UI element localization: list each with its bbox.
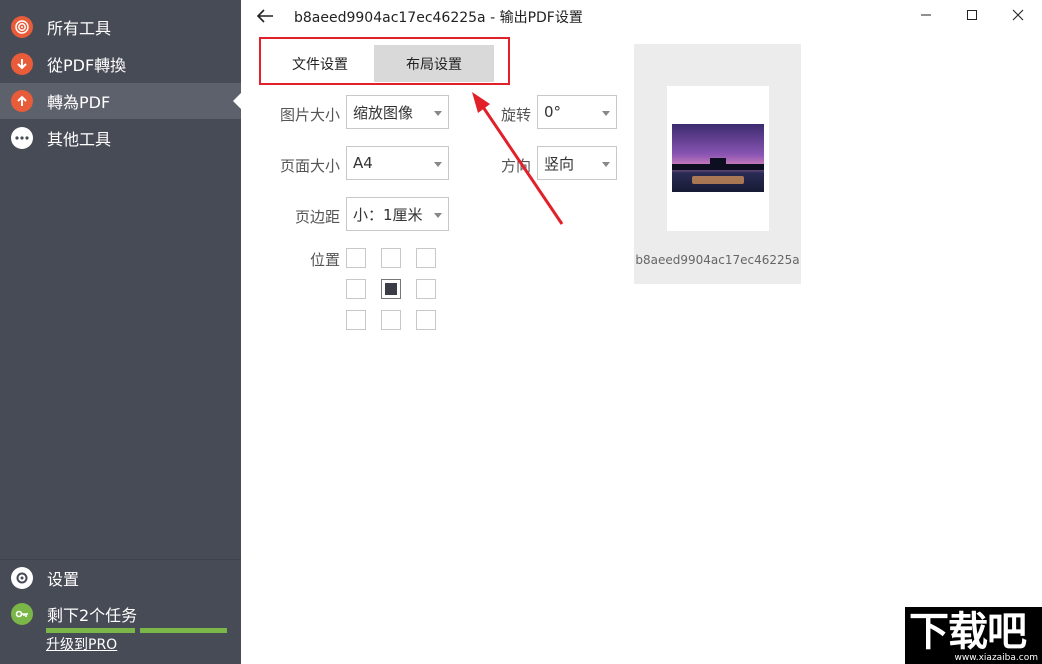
settings-tabs: 文件设置 布局设置: [262, 45, 494, 82]
building: [710, 158, 726, 166]
tasks-label: 剩下2个任务: [47, 606, 138, 625]
close-icon: [1012, 9, 1024, 21]
page-size-select[interactable]: A4: [346, 146, 449, 180]
position-cell[interactable]: [416, 310, 436, 330]
position-cell[interactable]: [346, 310, 366, 330]
margin-value: 小：1厘米: [353, 205, 423, 224]
image-size-select[interactable]: 缩放图像: [346, 95, 449, 129]
position-cell[interactable]: [416, 279, 436, 299]
maximize-button[interactable]: [957, 4, 987, 26]
orientation-label: 方向: [500, 157, 531, 175]
position-cell[interactable]: [381, 310, 401, 330]
sidebar-item-to-pdf[interactable]: 轉為PDF: [0, 83, 241, 119]
task-progress-bar-1: [46, 628, 135, 633]
position-label: 位置: [309, 251, 340, 269]
sidebar-item-label: 從PDF轉換: [47, 56, 127, 75]
key-icon: [11, 603, 33, 625]
preview-image: [672, 124, 764, 192]
page-size-value: A4: [353, 154, 373, 172]
spiral-icon: [11, 16, 33, 38]
minimize-button[interactable]: [911, 4, 941, 26]
back-arrow-icon[interactable]: [253, 4, 277, 28]
position-cell[interactable]: [346, 248, 366, 268]
upgrade-link[interactable]: 升级到PRO: [46, 634, 117, 654]
sidebar-item-label: 轉為PDF: [47, 93, 111, 112]
position-cell[interactable]: [346, 279, 366, 299]
chevron-down-icon: [434, 162, 442, 167]
watermark-url: www.xiazaiba.com: [954, 653, 1038, 663]
tab-file-settings[interactable]: 文件设置: [262, 45, 378, 82]
orientation-select[interactable]: 竖向: [537, 146, 617, 180]
water-reflection: [692, 176, 744, 184]
chevron-down-icon: [602, 111, 610, 116]
active-indicator: [233, 93, 241, 109]
sidebar-item-settings[interactable]: 设置: [0, 560, 241, 596]
position-cell[interactable]: [416, 248, 436, 268]
maximize-icon: [967, 10, 977, 20]
orientation-value: 竖向: [544, 154, 575, 173]
sidebar: 所有工具 從PDF轉換 轉為PDF 其他工具 设置 剩下2个任务 升级到PRO: [0, 0, 241, 664]
sidebar-item-all-tools[interactable]: 所有工具: [0, 9, 241, 45]
preview-filename: b8aeed9904ac17ec46225a: [635, 253, 800, 267]
image-size-label: 图片大小: [279, 106, 340, 124]
chevron-down-icon: [434, 111, 442, 116]
title-bar: b8aeed9904ac17ec46225a - 输出PDF设置: [241, 0, 1042, 32]
margin-select[interactable]: 小：1厘米: [346, 197, 449, 231]
position-cell-selected[interactable]: [381, 279, 401, 299]
window-title: b8aeed9904ac17ec46225a - 输出PDF设置: [294, 10, 583, 26]
close-button[interactable]: [1003, 4, 1033, 26]
tasks-remaining: 剩下2个任务: [0, 596, 241, 632]
chevron-down-icon: [434, 213, 442, 218]
rotation-label: 旋转: [500, 106, 531, 124]
arrow-up-icon: [11, 90, 33, 112]
sidebar-item-label: 其他工具: [47, 130, 112, 149]
rotation-value: 0°: [544, 103, 562, 121]
task-progress-bar-2: [140, 628, 227, 633]
pdf-preview: b8aeed9904ac17ec46225a: [634, 44, 801, 284]
minimize-icon: [921, 14, 931, 16]
rotation-select[interactable]: 0°: [537, 95, 617, 129]
page-size-label: 页面大小: [279, 157, 340, 175]
image-size-value: 缩放图像: [353, 103, 414, 122]
gear-icon: [11, 567, 33, 589]
more-icon: [11, 127, 33, 149]
site-watermark: 下载吧 www.xiazaiba.com: [905, 607, 1042, 664]
watermark-text: 下载吧: [909, 609, 1027, 655]
sidebar-item-other-tools[interactable]: 其他工具: [0, 120, 241, 156]
tab-layout-settings[interactable]: 布局设置: [374, 45, 494, 82]
preview-page: [667, 86, 769, 231]
settings-label: 设置: [47, 570, 80, 589]
chevron-down-icon: [602, 162, 610, 167]
sidebar-item-label: 所有工具: [47, 19, 112, 38]
sidebar-item-from-pdf[interactable]: 從PDF轉換: [0, 46, 241, 82]
position-cell[interactable]: [381, 248, 401, 268]
margin-label: 页边距: [294, 208, 340, 226]
arrow-down-icon: [11, 53, 33, 75]
